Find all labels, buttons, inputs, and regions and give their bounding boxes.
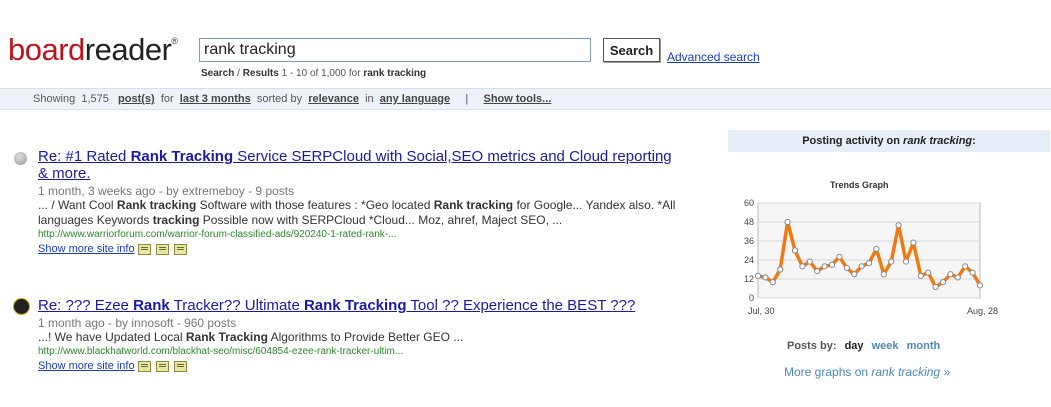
y-tick-label: 60 (744, 198, 754, 208)
result-url: http://www.warriorforum.com/warrior-foru… (38, 229, 397, 240)
data-point (843, 264, 850, 272)
data-point (858, 263, 865, 270)
posts-filter-link[interactable]: post(s) (118, 93, 155, 105)
data-point (954, 274, 961, 281)
data-point (799, 263, 806, 270)
posts-by-month-link[interactable]: month (907, 340, 941, 352)
y-tick-label: 0 (749, 293, 754, 303)
cached-page-icon[interactable] (137, 243, 151, 255)
list-item: Re: ??? Ezee Rank Tracker?? Ultimate Ran… (38, 297, 678, 372)
x-tick-label: Jul, 30 (748, 306, 775, 316)
show-tools-link[interactable]: Show tools... (484, 93, 552, 105)
trends-graph-title: Trends Graph (830, 180, 889, 190)
data-point (925, 269, 932, 276)
breadcrumb: Search / Results 1 - 10 of 1,000 for ran… (201, 68, 427, 79)
search-button[interactable]: Search (603, 38, 660, 62)
result-url: http://www.blackhatworld.com/blackhat-se… (38, 346, 404, 357)
data-point (762, 274, 769, 281)
result-title-link[interactable]: Re: #1 Rated Rank Tracking Service SERPC… (38, 148, 678, 182)
data-point (969, 269, 976, 276)
advanced-search-link[interactable]: Advanced search (667, 50, 760, 64)
data-point (836, 253, 843, 260)
data-point (976, 282, 984, 289)
result-snippet: ...! We have Updated Local Rank Tracking… (38, 330, 464, 344)
data-point (902, 258, 910, 265)
thread-view-icon[interactable] (155, 243, 169, 255)
language-filter-link[interactable]: any language (380, 93, 450, 105)
result-meta: 1 month ago - by innosoft - 960 posts (38, 316, 237, 330)
posts-by-day[interactable]: day (845, 340, 864, 352)
data-point (784, 218, 791, 226)
result-snippet: ... / Want Cool Rank tracking Software w… (38, 198, 676, 227)
show-more-site-info-link[interactable]: Show more site info (38, 243, 135, 255)
data-point (754, 272, 762, 279)
boardreader-logo[interactable]: boardreader® (8, 32, 178, 68)
data-point (828, 261, 836, 268)
y-tick-label: 24 (744, 255, 754, 265)
result-meta: 1 month, 3 weeks ago - by extremeboy - 9… (38, 184, 295, 198)
data-point (947, 271, 954, 278)
result-title-link[interactable]: Re: ??? Ezee Rank Tracker?? Ultimate Ran… (38, 297, 678, 314)
data-point (777, 266, 784, 273)
results-summary-bar: Showing 1,575 post(s) for last 3 months … (0, 88, 1051, 110)
site-info-icons (137, 243, 192, 255)
data-point (880, 271, 887, 278)
site-details-icon[interactable] (173, 243, 187, 255)
data-point (865, 260, 873, 267)
list-item: Re: #1 Rated Rank Tracking Service SERPC… (38, 148, 678, 255)
data-point (873, 245, 880, 253)
data-point (769, 279, 776, 286)
data-point (962, 263, 969, 270)
x-tick-label: Aug, 28 (967, 306, 998, 316)
y-tick-label: 12 (744, 274, 754, 284)
data-point (910, 239, 917, 246)
data-point (851, 271, 858, 278)
cached-page-icon[interactable] (137, 360, 151, 372)
data-point (939, 279, 947, 286)
sort-filter-link[interactable]: relevance (308, 93, 359, 105)
data-point (888, 258, 895, 265)
data-point (821, 263, 828, 270)
y-tick-label: 36 (744, 236, 754, 246)
data-point (814, 267, 821, 275)
site-info-icons (137, 360, 192, 372)
period-filter-link[interactable]: last 3 months (180, 93, 251, 105)
plot-area (757, 202, 981, 299)
posts-by-selector: Posts by: day week month (787, 340, 941, 352)
search-input[interactable] (199, 38, 591, 62)
posts-by-week-link[interactable]: week (872, 340, 899, 352)
y-tick-label: 48 (744, 217, 754, 227)
data-point (917, 272, 924, 279)
data-point (791, 247, 799, 254)
data-point (806, 258, 813, 265)
thread-view-icon[interactable] (155, 360, 169, 372)
data-point (895, 222, 902, 229)
show-more-site-info-link[interactable]: Show more site info (38, 360, 135, 372)
site-details-icon[interactable] (173, 360, 187, 372)
site-favicon-icon (13, 298, 30, 315)
data-point (932, 283, 939, 291)
site-favicon-icon (14, 152, 27, 165)
more-graphs-link[interactable]: More graphs on rank tracking » (784, 365, 950, 379)
trends-chart: 0 12 24 36 48 60 Jul, 30 Aug, 28 (744, 198, 998, 316)
posting-activity-header: Posting activity on rank tracking: (728, 130, 1050, 152)
